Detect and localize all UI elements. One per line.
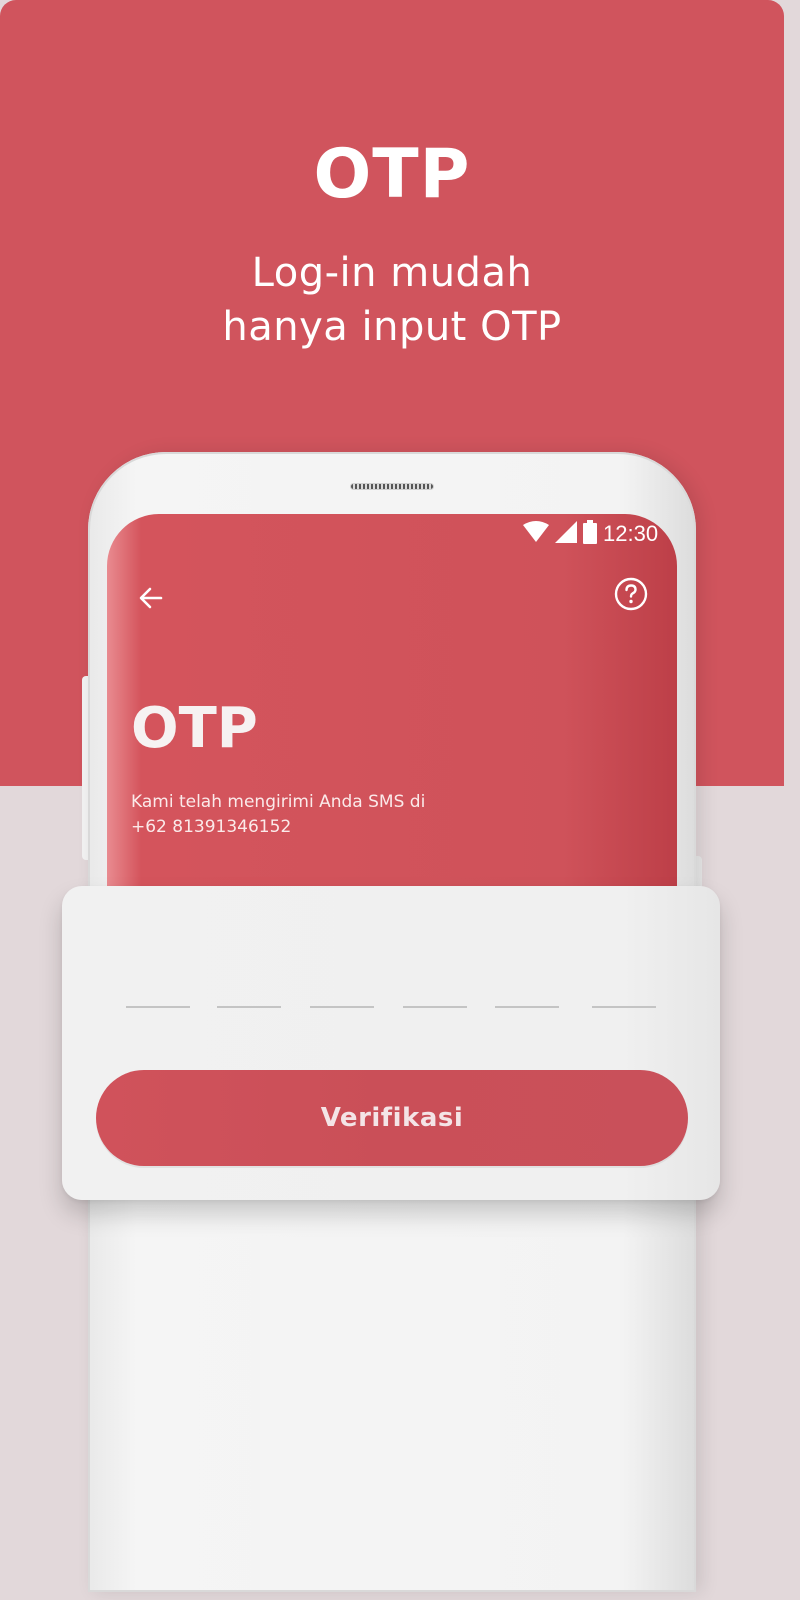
verify-button[interactable]: Verifikasi: [96, 1070, 688, 1166]
otp-card: Verifikasi: [62, 886, 720, 1200]
help-button[interactable]: [611, 576, 651, 616]
arrow-left-icon: [137, 584, 165, 617]
otp-digit-3[interactable]: [310, 998, 374, 1008]
status-time: 12:30: [603, 521, 659, 546]
otp-digit-1[interactable]: [126, 998, 190, 1008]
phone-number: +62 81391346152: [131, 817, 292, 837]
question-circle-icon: [614, 577, 648, 616]
phone-screen: 12:30 OTP Kami telah mengirimi Anda SMS …: [107, 514, 677, 894]
otp-digit-5[interactable]: [495, 998, 559, 1008]
otp-digit-6[interactable]: [592, 998, 656, 1008]
status-bar: 12:30: [523, 518, 667, 550]
banner-subline: Log-in mudah hanya input OTP: [0, 246, 784, 354]
signal-icon: [555, 520, 577, 548]
screen-description-line-1: Kami telah mengirimi Anda SMS di: [131, 792, 426, 812]
banner-headline: OTP: [313, 135, 471, 214]
banner-subline-line-1: Log-in mudah: [251, 250, 533, 296]
banner-subline-line-2: hanya input OTP: [222, 304, 562, 350]
otp-digit-2[interactable]: [217, 998, 281, 1008]
otp-input-row: [126, 998, 656, 1010]
screen-description: Kami telah mengirimi Anda SMS di +62 813…: [131, 790, 571, 840]
back-button[interactable]: [131, 580, 171, 620]
screen-title: OTP: [131, 696, 258, 761]
phone-speaker-grille: [350, 483, 434, 490]
otp-digit-4[interactable]: [403, 998, 467, 1008]
battery-icon: [583, 519, 597, 549]
wifi-icon: [523, 520, 549, 548]
